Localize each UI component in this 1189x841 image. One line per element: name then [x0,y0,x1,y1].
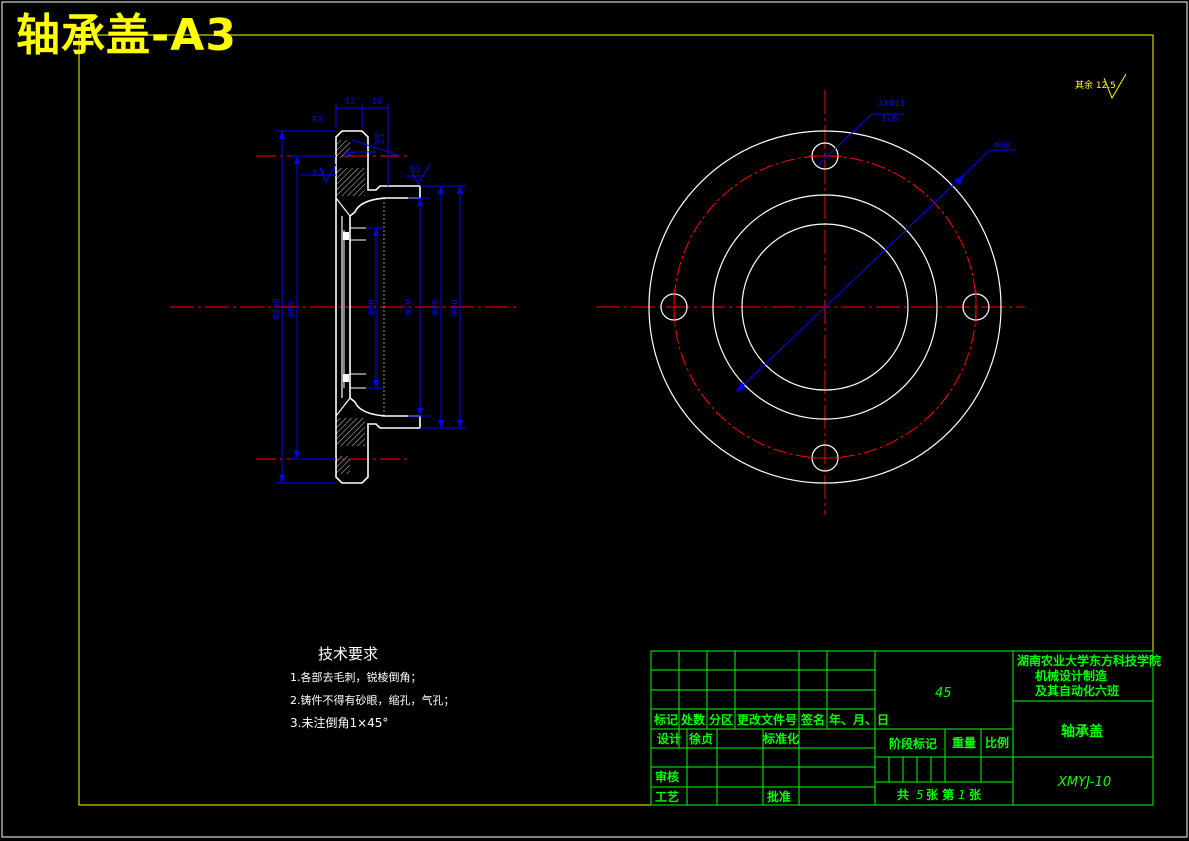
tb-scale-label: 比例 [985,735,1009,750]
tb-standardize-label: 标准化 [762,731,799,746]
tb-header-date: 年、月、日 [829,712,889,727]
dim-dia-80-left: Φ80 [287,302,296,318]
dim-top-2: 16 [372,97,382,106]
tb-header-mark: 标记 [653,712,678,727]
tech-req-item-1: 1.各部去毛刺，锐棱倒角； [290,670,422,684]
tb-header-count: 处数 [680,712,706,727]
tb-approve-label: 批准 [767,789,791,804]
tech-req-item-2: 2.铸件不得有砂眼，缩孔，气孔； [290,693,455,707]
tb-review-label: 审核 [655,769,679,784]
section-view: 12 16 R3 C1 R1 3.2 R1 Φ100 Φ80 Φ60 Φ70 Φ… [170,97,518,484]
tb-header-change-doc: 更改文件号 [737,712,797,727]
page-title: 轴承盖-A3 [16,10,237,61]
technical-requirements: 技术要求 1.各部去毛刺，锐棱倒角； 2.铸件不得有砂眼，缩孔，气孔； 3.未注… [290,645,455,730]
tb-weight-label: 重量 [952,735,976,750]
tb-sheets-suffix: 张 [969,787,982,802]
tb-process-label: 工艺 [655,789,679,804]
tb-school-line2: 机械设计制造 [1035,668,1108,683]
dim-dia-100: Φ100 [272,298,281,320]
tb-sheet-no: 1 [958,788,966,802]
dim-roughness-small: 3.2 [312,169,325,178]
surface-roughness-note: 其余 12.5 [1075,73,1127,100]
outer-sheet-border [1,1,1188,838]
tb-design-label: 设计 [657,731,681,746]
tech-req-item-3: 3.未注倒角1×45° [290,715,388,730]
dim-r3: R3 [312,115,323,124]
dim-dia-75: Φ75 [431,300,440,316]
roughness-note-text: 其余 12.5 [1075,79,1116,91]
hole-callout: 4XΦ11 [878,99,905,108]
pcd-callout: Φ60 [994,141,1010,150]
tb-stage-label: 阶段标记 [889,736,937,751]
tb-drawing-number: XMYJ-10 [1057,775,1111,790]
tb-part-name: 轴承盖 [1061,723,1103,740]
dim-dia-80-right: Φ80 [450,300,459,316]
tb-material: 45 [935,686,952,701]
tb-school-line1: 湖南农业大学东方科技学院 [1017,653,1161,668]
dim-top-1: 12 [345,97,355,106]
tb-designer-name: 徐贞 [688,731,713,746]
dim-r1-right: R1 [410,165,421,174]
tech-req-heading: 技术要求 [318,645,378,663]
front-view: 4XΦ11 EQS Φ60 [596,90,1025,515]
dim-dia-60: Φ60 [367,300,376,316]
cad-drawing: 其余 12.5 12 16 R3 C1 R1 3.2 R1 Φ100 Φ80 Φ… [1,1,1188,838]
tb-header-signature: 签名 [800,712,825,727]
dim-dia-70: Φ70 [404,300,413,316]
hole-callout-eqs: EQS [882,114,898,123]
tb-sheets-mid: 张 第 [926,787,954,802]
tb-school-line3: 及其自动化六班 [1035,683,1119,698]
tb-header-zone: 分区 [709,712,733,727]
tb-sheets-total: 5 [916,788,924,802]
dim-r1-left: R1 [345,151,356,160]
tb-sheets-prefix: 共 [897,787,909,802]
dim-c1: C1 [377,133,386,144]
